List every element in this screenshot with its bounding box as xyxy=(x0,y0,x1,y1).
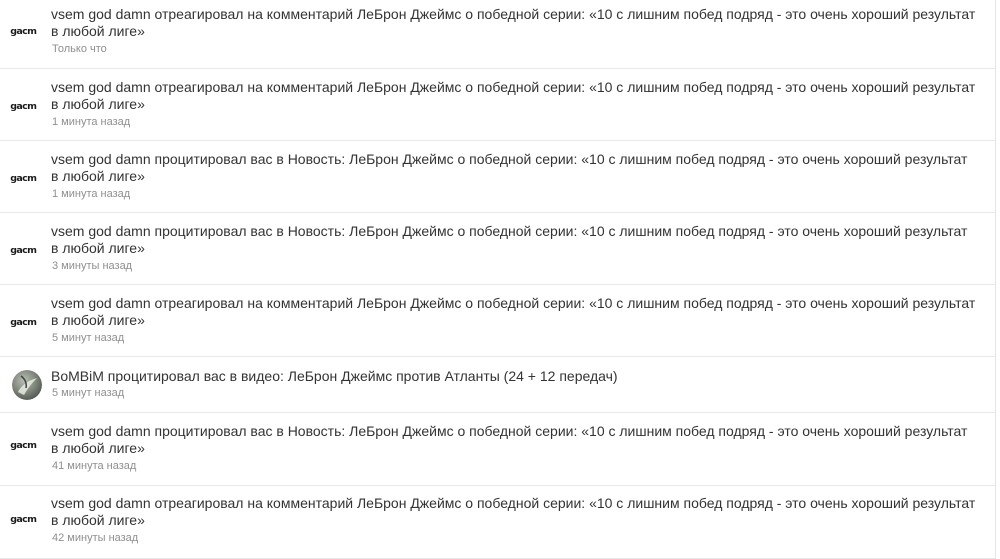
notification-item[interactable]: gacm vsem god damn процитировал вас в Но… xyxy=(0,141,995,213)
notification-text[interactable]: BoMBiM процитировал вас в видео: ЛеБрон … xyxy=(51,368,976,385)
notification-item[interactable]: gacm vsem god damn процитировал вас в Но… xyxy=(0,213,995,285)
avatar[interactable]: gacm xyxy=(10,515,42,525)
notification-item[interactable]: gacm vsem god damn отреагировал на комме… xyxy=(0,69,995,141)
notification-time: 5 минут назад xyxy=(52,332,125,344)
notification-item[interactable]: BoMBiM процитировал вас в видео: ЛеБрон … xyxy=(0,357,995,413)
avatar[interactable]: gacm xyxy=(10,246,42,256)
notification-time: 1 минута назад xyxy=(52,188,131,200)
user-photo-icon xyxy=(12,370,42,400)
notification-item[interactable]: gacm vsem god damn отреагировал на комме… xyxy=(0,0,995,69)
notification-time: 41 минута назад xyxy=(52,460,137,472)
notification-list: gacm vsem god damn отреагировал на комме… xyxy=(0,0,996,559)
notification-time: 3 минуты назад xyxy=(52,260,133,272)
notification-time: 1 минута назад xyxy=(52,116,131,128)
notification-text[interactable]: vsem god damn процитировал вас в Новость… xyxy=(51,423,976,457)
notification-text[interactable]: vsem god damn отреагировал на комментари… xyxy=(51,79,976,113)
notification-item[interactable]: gacm vsem god damn процитировал вас в Но… xyxy=(0,413,995,486)
notification-item[interactable]: gacm vsem god damn отреагировал на комме… xyxy=(0,486,995,559)
notification-text[interactable]: vsem god damn процитировал вас в Новость… xyxy=(51,223,976,257)
avatar[interactable]: gacm xyxy=(10,102,42,112)
notification-text[interactable]: vsem god damn процитировал вас в Новость… xyxy=(51,151,976,185)
avatar[interactable]: gacm xyxy=(10,441,42,451)
notification-text[interactable]: vsem god damn отреагировал на комментари… xyxy=(51,495,976,529)
avatar[interactable]: gacm xyxy=(10,174,42,184)
avatar[interactable] xyxy=(12,370,42,400)
notification-time: Только что xyxy=(52,43,107,55)
notification-time: 42 минуты назад xyxy=(52,532,139,544)
avatar[interactable]: gacm xyxy=(10,318,42,328)
notification-time: 5 минут назад xyxy=(52,387,125,399)
notification-text[interactable]: vsem god damn отреагировал на комментари… xyxy=(51,295,976,329)
notification-item[interactable]: gacm vsem god damn отреагировал на комме… xyxy=(0,285,995,357)
notification-text[interactable]: vsem god damn отреагировал на комментари… xyxy=(51,6,976,40)
avatar[interactable]: gacm xyxy=(10,27,42,37)
